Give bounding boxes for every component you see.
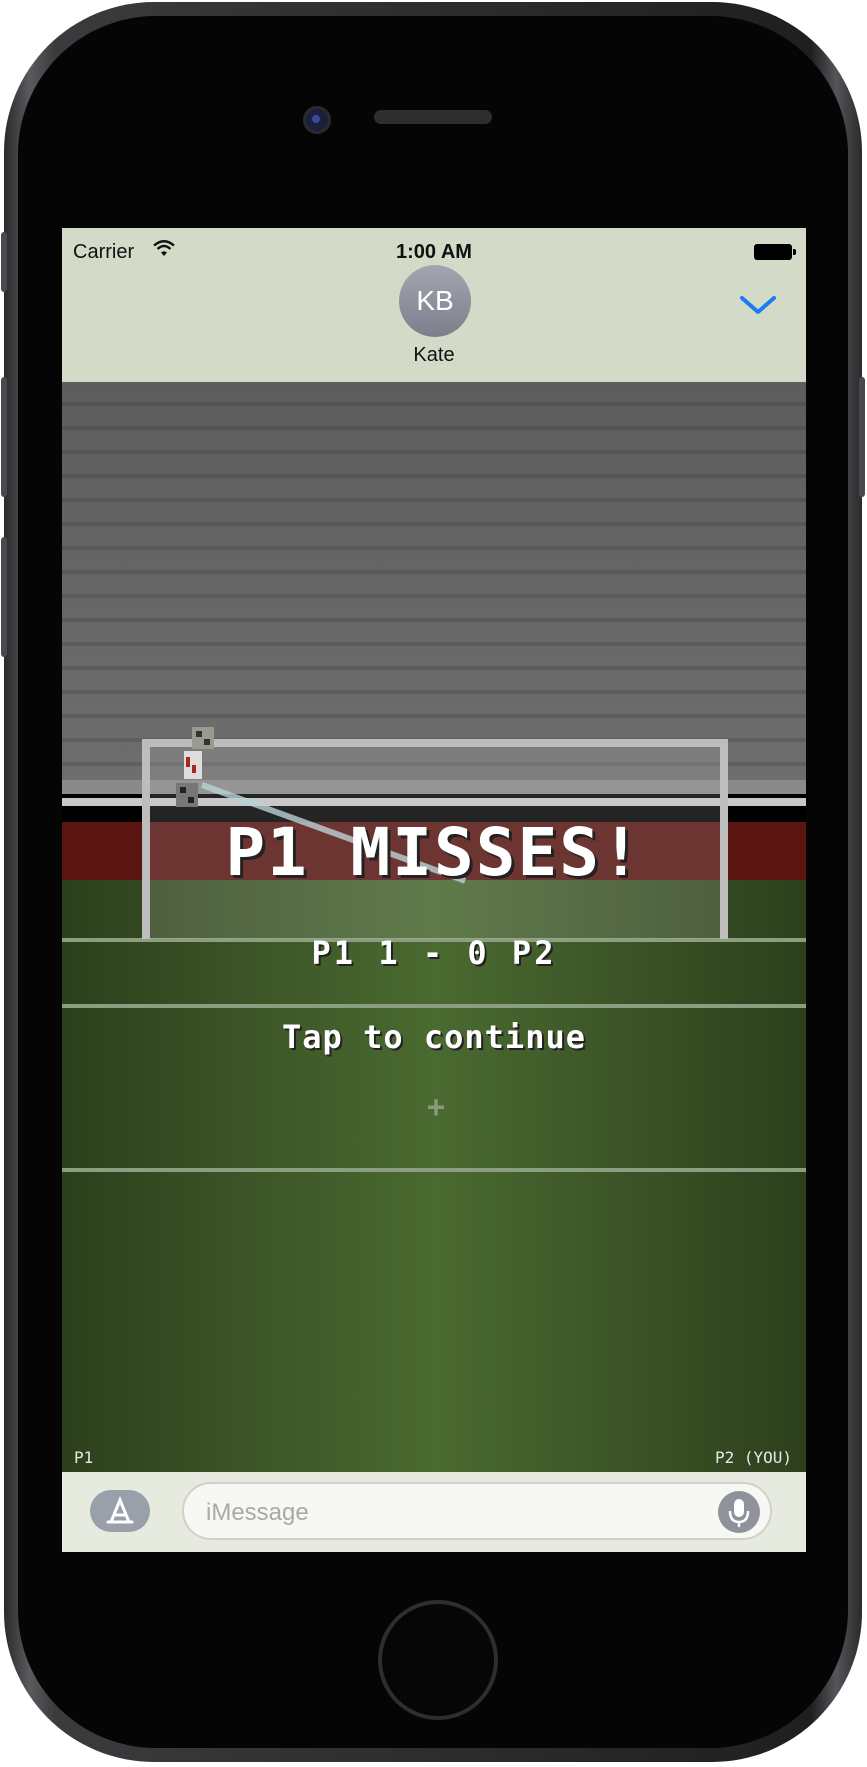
status-bar: Carrier 1:00 AM [62, 236, 806, 264]
app-store-icon [106, 1496, 134, 1524]
battery-icon [754, 244, 796, 260]
p2-label: P2 (YOU) [714, 1448, 792, 1467]
mute-switch [1, 232, 7, 292]
crosshair-icon: + [427, 1090, 446, 1125]
contact-name[interactable]: Kate [62, 344, 806, 367]
app-store-button[interactable] [90, 1490, 150, 1532]
stadium-stands [62, 382, 806, 782]
volume-down-button [1, 537, 7, 657]
clock: 1:00 AM [396, 241, 472, 263]
volume-up-button [1, 377, 7, 497]
power-button [859, 377, 865, 497]
screen: Carrier 1:00 AM KB Kate P1 MISSES! P1 1 … [62, 228, 806, 1552]
game-canvas[interactable]: P1 MISSES! P1 1 - 0 P2 Tap to continue +… [62, 382, 806, 1472]
pitch-line-box [62, 1004, 806, 1008]
message-placeholder: iMessage [206, 1499, 309, 1526]
compose-bar: iMessage [62, 1472, 806, 1552]
tap-to-continue-prompt[interactable]: Tap to continue [62, 1018, 806, 1056]
imessage-header: Carrier 1:00 AM KB Kate [62, 228, 806, 382]
goalkeeper-sprite [172, 727, 222, 817]
message-input[interactable]: iMessage [182, 1482, 772, 1540]
pitch-line-area [62, 1168, 806, 1172]
avatar[interactable]: KB [399, 265, 471, 337]
microphone-icon[interactable] [718, 1491, 760, 1533]
score-display: P1 1 - 0 P2 [311, 934, 557, 972]
p1-label: P1 [74, 1448, 94, 1467]
result-headline: P1 MISSES! [225, 814, 643, 891]
chevron-down-icon[interactable] [738, 290, 778, 320]
home-button[interactable] [378, 1600, 498, 1720]
camera-icon [303, 106, 331, 134]
earpiece-speaker [374, 110, 492, 124]
